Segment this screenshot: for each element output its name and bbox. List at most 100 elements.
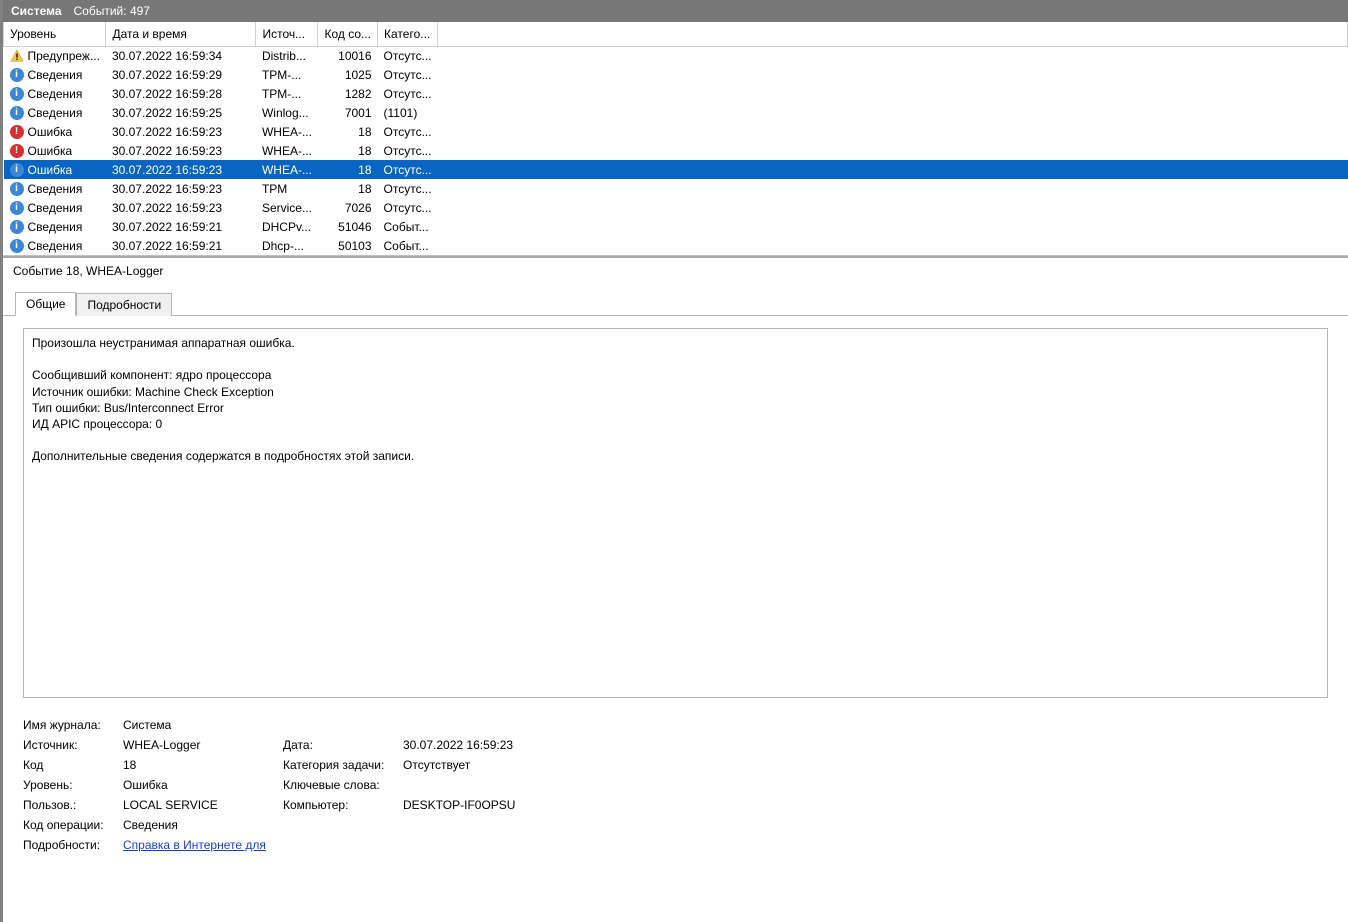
cell-category: Отсутс... [378, 160, 438, 179]
detail-body: Произошла неустранимая аппаратная ошибка… [3, 316, 1348, 922]
online-help-link[interactable]: Справка в Интернете для [123, 838, 266, 852]
table-row[interactable]: Предупреж...30.07.2022 16:59:34Distrib..… [4, 46, 1348, 65]
info-icon: i [10, 68, 24, 82]
info-icon: i [10, 163, 24, 177]
cell-code: 7001 [318, 103, 378, 122]
prop-keywords-value [403, 778, 1328, 792]
cell-source: WHEA-... [256, 122, 318, 141]
cell-source: Dhcp-... [256, 236, 318, 255]
cell-datetime: 30.07.2022 16:59:23 [106, 160, 256, 179]
cell-datetime: 30.07.2022 16:59:21 [106, 236, 256, 255]
level-text: Сведения [28, 239, 83, 253]
cell-source: TPM-... [256, 65, 318, 84]
table-row[interactable]: iОшибка30.07.2022 16:59:23WHEA-...18Отсу… [4, 160, 1348, 179]
table-row[interactable]: iСведения30.07.2022 16:59:23Service...70… [4, 198, 1348, 217]
cell-category: Событ... [378, 217, 438, 236]
cell-datetime: 30.07.2022 16:59:21 [106, 217, 256, 236]
event-list: Уровень Дата и время Источ... Код со... … [3, 22, 1348, 256]
cell-category: Отсутс... [378, 179, 438, 198]
cell-category: Отсутс... [378, 141, 438, 160]
info-icon: i [10, 239, 24, 253]
level-text: Сведения [28, 87, 83, 101]
table-row[interactable]: iСведения30.07.2022 16:59:29TPM-...1025О… [4, 65, 1348, 84]
cell-datetime: 30.07.2022 16:59:25 [106, 103, 256, 122]
cell-category: Отсутс... [378, 198, 438, 217]
tab-general[interactable]: Общие [15, 292, 76, 316]
col-source[interactable]: Источ... [256, 22, 318, 46]
error-icon: ! [10, 144, 24, 158]
detail-pane: Событие 18, WHEA-Logger Общие Подробност… [3, 256, 1348, 922]
info-icon: i [10, 87, 24, 101]
tab-details[interactable]: Подробности [76, 293, 172, 316]
cell-datetime: 30.07.2022 16:59:23 [106, 141, 256, 160]
prop-user-label: Пользов.: [23, 798, 113, 812]
table-row[interactable]: i Сведения 30.07.2022 16:59:25Winlog...700… [4, 103, 1348, 122]
titlebar: Система Событий: 497 [3, 0, 1348, 22]
prop-taskcat-label: Категория задачи: [283, 758, 393, 772]
cell-code: 10016 [318, 46, 378, 65]
cell-category: Отсутс... [378, 84, 438, 103]
level-text: Ошибка [28, 144, 73, 158]
col-level[interactable]: Уровень [4, 22, 106, 46]
col-code[interactable]: Код со... [318, 22, 378, 46]
prop-opcode-label: Код операции: [23, 818, 113, 832]
prop-code-value: 18 [123, 758, 273, 772]
cell-source: WHEA-... [256, 160, 318, 179]
event-table: Уровень Дата и время Источ... Код со... … [3, 22, 1348, 255]
prop-log-label: Имя журнала: [23, 718, 113, 732]
cell-source: TPM-... [256, 84, 318, 103]
prop-moreinfo-label: Подробности: [23, 838, 113, 852]
table-row[interactable]: iСведения30.07.2022 16:59:23TPM18Отсутс.… [4, 179, 1348, 198]
col-spacer [438, 22, 1348, 46]
prop-moreinfo-value: Справка в Интернете для [123, 838, 273, 852]
prop-level-label: Уровень: [23, 778, 113, 792]
level-text: Предупреж... [28, 49, 100, 63]
table-row[interactable]: iСведения30.07.2022 16:59:21Dhcp-...5010… [4, 236, 1348, 255]
table-row[interactable]: ! Ошибка 30.07.2022 16:59:23WHEA-...18Отсу… [4, 141, 1348, 160]
cell-source: Distrib... [256, 46, 318, 65]
cell-datetime: 30.07.2022 16:59:29 [106, 65, 256, 84]
table-row[interactable]: !Ошибка30.07.2022 16:59:23WHEA-...18Отсу… [4, 122, 1348, 141]
detail-header: Событие 18, WHEA-Logger [3, 258, 1348, 285]
cell-category: Событ... [378, 236, 438, 255]
level-text: Ошибка [28, 163, 73, 177]
col-category[interactable]: Катего... [378, 22, 438, 46]
event-message[interactable]: Произошла неустранимая аппаратная ошибка… [23, 328, 1328, 698]
prop-keywords-label: Ключевые слова: [283, 778, 393, 792]
cell-category: Отсутс... [378, 65, 438, 84]
info-icon: i [10, 106, 24, 120]
cell-code: 51046 [318, 217, 378, 236]
cell-code: 18 [318, 122, 378, 141]
cell-datetime: 30.07.2022 16:59:23 [106, 179, 256, 198]
prop-computer-value: DESKTOP-IF0OPSU [403, 798, 1328, 812]
cell-category: Отсутс... [378, 46, 438, 65]
info-icon: i [10, 182, 24, 196]
cell-source: Winlog... [256, 103, 318, 122]
level-text: Ошибка [28, 125, 73, 139]
table-header-row: Уровень Дата и время Источ... Код со... … [4, 22, 1348, 46]
cell-datetime: 30.07.2022 16:59:23 [106, 198, 256, 217]
level-text: Сведения [28, 106, 83, 120]
event-properties: Имя журнала: Система Источник: WHEA-Logg… [23, 710, 1328, 852]
prop-log-value: Система [123, 718, 273, 732]
cell-code: 1025 [318, 65, 378, 84]
prop-computer-label: Компьютер: [283, 798, 393, 812]
col-datetime[interactable]: Дата и время [106, 22, 256, 46]
prop-level-value: Ошибка [123, 778, 273, 792]
prop-taskcat-value: Отсутствует [403, 758, 1328, 772]
table-row[interactable]: iСведения30.07.2022 16:59:28TPM-...1282О… [4, 84, 1348, 103]
prop-code-label: Код [23, 758, 113, 772]
cell-category: (1101) [378, 103, 438, 122]
cell-datetime: 30.07.2022 16:59:23 [106, 122, 256, 141]
log-name: Система [11, 4, 62, 18]
cell-code: 18 [318, 141, 378, 160]
level-text: Сведения [28, 201, 83, 215]
level-text: Сведения [28, 220, 83, 234]
prop-date-label: Дата: [283, 738, 393, 752]
table-row[interactable]: iСведения30.07.2022 16:59:21DHCPv...5104… [4, 217, 1348, 236]
detail-tabs: Общие Подробности [3, 285, 1348, 316]
cell-source: WHEA-... [256, 141, 318, 160]
cell-datetime: 30.07.2022 16:59:28 [106, 84, 256, 103]
warning-icon [10, 49, 24, 63]
prop-source-value: WHEA-Logger [123, 738, 273, 752]
